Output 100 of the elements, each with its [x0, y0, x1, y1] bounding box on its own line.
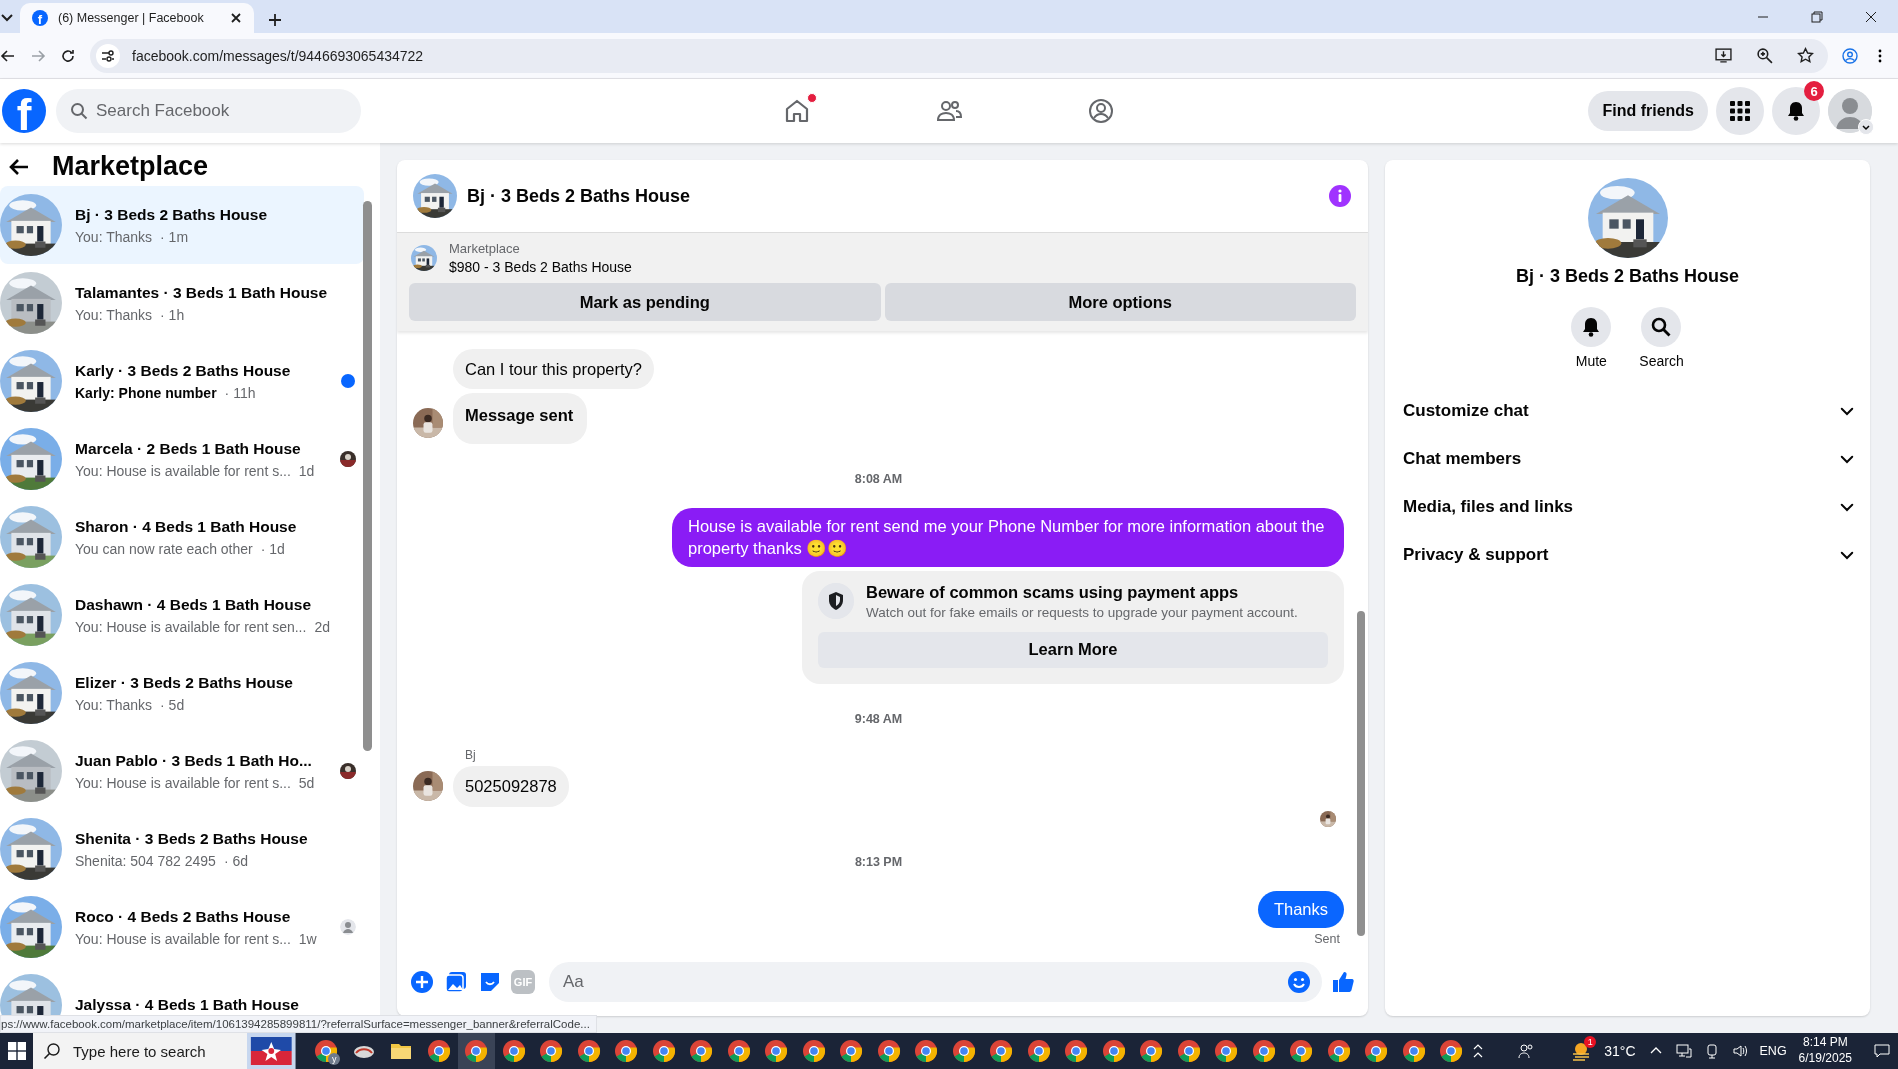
search-field[interactable]: Search Facebook — [56, 89, 361, 133]
profile-badge: y — [328, 1053, 341, 1065]
conversation-title: Shenita · 3 Beds 2 Baths House — [75, 828, 309, 849]
taskbar-app[interactable] — [457, 1033, 496, 1069]
windows-icon[interactable] — [7, 1042, 26, 1060]
chrome-icon[interactable] — [1102, 1039, 1126, 1063]
info-icon[interactable] — [1328, 184, 1352, 208]
chrome-icon[interactable] — [989, 1039, 1014, 1063]
chrome-icon[interactable] — [764, 1039, 789, 1063]
listing-action-button[interactable]: Mark as pending — [409, 283, 881, 321]
profile-icon[interactable] — [1087, 97, 1115, 125]
listing-action-button[interactable]: More options — [884, 283, 1356, 321]
conversation-item[interactable]: Bj · 3 Beds 2 Baths House You: Thanks · 1m — [0, 186, 364, 264]
taskbar-app[interactable]: y — [307, 1033, 346, 1069]
conversation-item[interactable]: Karly · 3 Beds 2 Baths House Karly: Phone number · 11h — [0, 342, 364, 420]
conversation-title: Jalyssa · 4 Beds 1 Bath House — [75, 994, 300, 1015]
timestamp: 9:48 AM — [853, 710, 904, 728]
section-toggle[interactable]: Chat members — [1403, 435, 1856, 483]
chrome-icon[interactable] — [1064, 1039, 1089, 1063]
section-toggle[interactable]: Customize chat — [1403, 387, 1856, 435]
message-time: 2d — [314, 619, 330, 636]
close-icon[interactable] — [1865, 10, 1877, 23]
notifications-button[interactable] — [1772, 87, 1820, 135]
chrome-icon[interactable] — [1289, 1039, 1314, 1063]
section-toggle[interactable]: Media, files and links — [1403, 483, 1856, 531]
close-icon[interactable] — [230, 12, 242, 24]
emoji-icon[interactable] — [1286, 969, 1312, 995]
thumbs-up-icon[interactable] — [1330, 969, 1356, 995]
new-tab-icon[interactable] — [268, 13, 282, 27]
unread-dot — [341, 374, 355, 388]
home-icon[interactable] — [783, 97, 811, 125]
chrome-icon[interactable] — [952, 1039, 976, 1063]
conversation-item[interactable]: Shenita · 3 Beds 2 Baths House Shenita: 504 782 2495 · 6d — [0, 810, 364, 888]
language-indicator[interactable]: ENG — [1759, 1044, 1787, 1058]
reload-icon[interactable] — [60, 47, 76, 64]
plus-icon[interactable] — [409, 969, 435, 995]
star-icon[interactable] — [1797, 47, 1814, 64]
network-icon[interactable] — [1675, 1043, 1692, 1059]
chrome-icon[interactable] — [914, 1039, 939, 1063]
conversation-item[interactable]: Marcela · 2 Beds 1 Bath House You: House is available for rent s... 1d — [0, 420, 364, 498]
people-icon[interactable] — [1518, 1043, 1535, 1059]
scroll-thumb[interactable] — [363, 201, 372, 751]
conversation-title: Roco · 4 Beds 2 Baths House — [75, 906, 292, 927]
chrome-icon[interactable] — [1252, 1039, 1276, 1063]
chrome-icon[interactable] — [614, 1039, 639, 1063]
conversation-item[interactable]: Sharon · 4 Beds 1 Bath House You can now rate each other · 1d — [0, 498, 364, 576]
section-toggle[interactable]: Privacy & support — [1403, 531, 1856, 579]
browser-tab[interactable]: f (6) Messenger | Facebook — [20, 3, 254, 33]
taskbar-search-field[interactable]: Type here to search — [33, 1033, 248, 1069]
scroll-thumb[interactable] — [1357, 611, 1365, 936]
conversation-title: Dashawn · 4 Beds 1 Bath House — [75, 594, 312, 615]
chrome-icon[interactable] — [464, 1039, 489, 1063]
chrome-icon[interactable] — [727, 1039, 751, 1063]
chrome-icon[interactable] — [839, 1039, 864, 1063]
conversation-item[interactable]: Talamantes · 3 Beds 1 Bath House You: Thanks · 1h — [0, 264, 364, 342]
facebook-logo[interactable]: f — [2, 89, 46, 133]
find-friends-button[interactable]: Find friends — [1588, 91, 1708, 131]
site-settings-icon[interactable] — [100, 47, 116, 64]
volume-icon[interactable] — [1731, 1043, 1748, 1059]
conversation-item[interactable]: Elizer · 3 Beds 2 Baths House You: Thanks · 5d — [0, 654, 364, 732]
learn-more-button[interactable]: Learn More — [818, 631, 1328, 668]
message-preview: You: Thanks — [75, 697, 153, 714]
search-icon — [43, 1042, 61, 1060]
message-field[interactable]: Aa — [549, 962, 1322, 1002]
restore-icon[interactable] — [1811, 10, 1823, 23]
notification-center-icon[interactable] — [1874, 1043, 1890, 1059]
chrome-icon[interactable] — [539, 1039, 564, 1063]
chrome-icon[interactable] — [877, 1039, 901, 1063]
message-bubble: Thanks — [1257, 890, 1344, 928]
conversation-item[interactable]: Roco · 4 Beds 2 Baths House You: House is available for rent s... 1w — [0, 888, 364, 966]
clock[interactable]: 8:14 PM 6/19/2025 — [1798, 1035, 1852, 1067]
chrome-icon[interactable] — [802, 1039, 826, 1063]
image-icon[interactable] — [443, 969, 469, 995]
menu-button[interactable] — [1716, 87, 1764, 135]
avatar-icon — [340, 919, 356, 935]
chrome-icon[interactable] — [427, 1039, 451, 1063]
back-icon[interactable] — [0, 47, 16, 64]
chrome-icon[interactable] — [1402, 1039, 1426, 1063]
chrome-icon[interactable] — [1177, 1039, 1201, 1063]
message-preview: Shenita: 504 782 2495 — [75, 853, 216, 870]
chrome-icon[interactable] — [689, 1039, 714, 1063]
profile-icon[interactable] — [1842, 47, 1858, 64]
message-time: 1w — [298, 931, 317, 948]
zoom-icon[interactable] — [1756, 47, 1773, 64]
sidebar-title: Marketplace — [52, 151, 209, 182]
chrome-icon[interactable] — [502, 1039, 526, 1063]
chrome-icon[interactable] — [1327, 1039, 1351, 1063]
chrome-icon[interactable] — [1439, 1039, 1464, 1063]
conversation-item[interactable]: Juan Pablo · 3 Beds 1 Bath Ho... You: House is available for rent s... 5d — [0, 732, 364, 810]
message-preview: You: House is available for rent sen... — [75, 619, 307, 636]
message-time: · 5d — [160, 697, 185, 714]
chrome-icon[interactable] — [1027, 1039, 1051, 1063]
chrome-icon[interactable] — [1364, 1039, 1389, 1063]
chrome-icon[interactable] — [1139, 1039, 1164, 1063]
chrome-icon[interactable] — [577, 1039, 601, 1063]
chrome-icon[interactable] — [1214, 1039, 1239, 1063]
listing-name[interactable]: $980 - 3 Beds 2 Baths House — [449, 259, 632, 275]
conversation-item[interactable]: Dashawn · 4 Beds 1 Bath House You: House is available for rent sen... 2d — [0, 576, 364, 654]
chrome-icon[interactable] — [652, 1039, 676, 1063]
install-icon[interactable] — [1715, 47, 1732, 64]
